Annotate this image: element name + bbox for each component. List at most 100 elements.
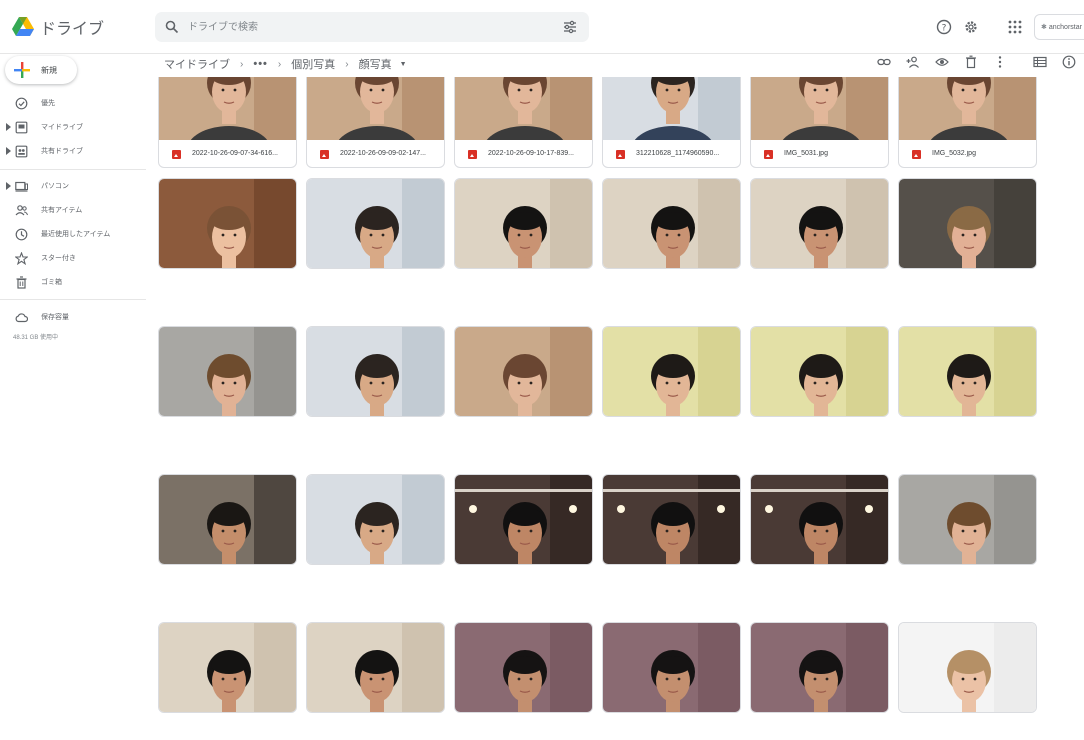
breadcrumb-overflow[interactable]: ••• [253, 58, 268, 70]
file-name-row[interactable]: 2022-10-26-09-07-34-616... [159, 140, 296, 167]
file-card[interactable]: IMG_5033.jpg [158, 178, 297, 269]
more-vert-icon[interactable] [993, 55, 1007, 69]
expand-caret-icon[interactable] [6, 147, 11, 155]
file-card[interactable] [158, 622, 297, 713]
file-card[interactable]: IMG_8207.JPG [898, 326, 1037, 417]
image-thumbnail[interactable] [307, 327, 444, 416]
image-thumbnail[interactable] [455, 327, 592, 416]
image-thumbnail[interactable] [455, 623, 592, 712]
image-thumbnail[interactable] [307, 77, 444, 140]
file-card[interactable]: IMG_5031.jpg [750, 77, 889, 168]
file-card[interactable]: IMG_5326.JPG [306, 178, 445, 269]
image-thumbnail[interactable] [751, 179, 888, 268]
search-icon[interactable] [165, 20, 179, 34]
file-card[interactable] [750, 622, 889, 713]
sidebar-item-storage[interactable]: 保存容量 [0, 308, 150, 326]
link-icon[interactable] [877, 55, 891, 69]
image-thumbnail[interactable] [751, 327, 888, 416]
image-thumbnail[interactable] [159, 623, 296, 712]
sidebar-item-shared-with-me[interactable]: 共有アイテム [0, 201, 150, 219]
image-thumbnail[interactable] [603, 327, 740, 416]
new-button[interactable]: 新規 [5, 56, 77, 84]
image-thumbnail[interactable] [159, 327, 296, 416]
image-thumbnail[interactable] [603, 623, 740, 712]
file-card[interactable]: IMG_5331.JPG [454, 178, 593, 269]
file-card[interactable]: IMG_5332.JPG [602, 178, 741, 269]
sidebar-item-starred[interactable]: スター付き [0, 249, 150, 267]
image-thumbnail[interactable] [751, 77, 888, 140]
search-input[interactable] [188, 19, 548, 35]
image-thumbnail[interactable] [899, 179, 1036, 268]
image-thumbnail[interactable] [751, 475, 888, 564]
file-card[interactable]: IMG_8190.jpg [602, 326, 741, 417]
image-thumbnail[interactable] [603, 77, 740, 140]
list-view-icon[interactable] [1033, 55, 1047, 69]
file-card[interactable]: 312210628_1174960590... [602, 77, 741, 168]
image-thumbnail[interactable] [899, 475, 1036, 564]
file-card[interactable]: IMG_5335.JPG [158, 326, 297, 417]
file-card[interactable]: IMG_5032.jpg [898, 77, 1037, 168]
add-person-icon[interactable] [906, 55, 920, 69]
preview-eye-icon[interactable] [935, 55, 949, 69]
file-name-row[interactable]: 2022-10-26-09-09-02-147... [307, 140, 444, 167]
image-thumbnail[interactable] [455, 179, 592, 268]
file-card[interactable]: PXL_20221024_1103331... [602, 474, 741, 565]
sidebar-item-my-drive[interactable]: マイドライブ [0, 118, 150, 136]
image-thumbnail[interactable] [307, 623, 444, 712]
file-name-row[interactable]: 312210628_1174960590... [603, 140, 740, 167]
file-card[interactable] [602, 622, 741, 713]
info-icon[interactable] [1062, 55, 1076, 69]
expand-caret-icon[interactable] [6, 182, 11, 190]
file-name-row[interactable]: IMG_5031.jpg [751, 140, 888, 167]
file-card[interactable]: PXL_20221024_0550415... [306, 474, 445, 565]
image-thumbnail[interactable] [307, 179, 444, 268]
sidebar-item-recent[interactable]: 最近使用したアイテム [0, 225, 150, 243]
chevron-down-icon[interactable]: ▼ [400, 61, 407, 68]
file-card[interactable]: 2022-10-26-09-07-34-616... [158, 77, 297, 168]
image-thumbnail[interactable] [159, 179, 296, 268]
file-name-row[interactable]: 2022-10-26-09-10-17-839... [455, 140, 592, 167]
expand-caret-icon[interactable] [6, 123, 11, 131]
breadcrumb-item-my-drive[interactable]: マイドライブ [164, 56, 230, 72]
image-thumbnail[interactable] [603, 179, 740, 268]
file-card[interactable]: IMG_5333.JPG [750, 178, 889, 269]
search-options-icon[interactable] [563, 20, 577, 34]
image-thumbnail[interactable] [159, 475, 296, 564]
help-icon[interactable]: ? [936, 19, 952, 35]
file-card[interactable]: 2022-10-26-09-10-17-839... [454, 77, 593, 168]
sidebar-item-trash[interactable]: ゴミ箱 [0, 273, 150, 291]
account-chip[interactable]: ✱ anchorstar [1034, 14, 1084, 40]
apps-grid-icon[interactable] [1007, 19, 1023, 35]
file-name-row[interactable]: IMG_5032.jpg [899, 140, 1036, 167]
image-thumbnail[interactable] [899, 623, 1036, 712]
file-card[interactable]: IMG_5828.JPG [454, 326, 593, 417]
file-card[interactable]: 2022-10-26-09-09-02-147... [306, 77, 445, 168]
drive-logo[interactable]: ドライブ [12, 15, 104, 39]
delete-trash-icon[interactable] [964, 55, 978, 69]
image-thumbnail[interactable] [899, 327, 1036, 416]
image-thumbnail[interactable] [455, 475, 592, 564]
image-thumbnail[interactable] [307, 475, 444, 564]
image-thumbnail[interactable] [603, 475, 740, 564]
file-card[interactable]: IMG_8206.jpg [750, 326, 889, 417]
file-card[interactable] [898, 622, 1037, 713]
image-thumbnail[interactable] [751, 623, 888, 712]
file-card[interactable]: IMG_5334.JPG [898, 178, 1037, 269]
file-card[interactable]: PXL_20221024_1103309... [454, 474, 593, 565]
file-card[interactable]: PXL_20221017_1141356... [158, 474, 297, 565]
file-card[interactable] [306, 622, 445, 713]
image-thumbnail[interactable] [159, 77, 296, 140]
file-card[interactable]: IMG_5336.JPG [306, 326, 445, 417]
file-card[interactable]: PXL_20221024_1103351... [750, 474, 889, 565]
file-card[interactable] [454, 622, 593, 713]
sidebar-item-shared-drives[interactable]: 共有ドライブ [0, 142, 150, 160]
search-bar[interactable] [155, 12, 589, 42]
image-thumbnail[interactable] [455, 77, 592, 140]
image-thumbnail[interactable] [899, 77, 1036, 140]
file-card[interactable]: PXL_20221025_0209070... [898, 474, 1037, 565]
breadcrumb-item-folder[interactable]: 個別写真 [291, 56, 335, 72]
breadcrumb-item-current[interactable]: 顔写真 [359, 56, 392, 72]
settings-gear-icon[interactable] [963, 19, 979, 35]
sidebar-item-computers[interactable]: パソコン [0, 177, 150, 195]
sidebar-item-priority[interactable]: 優先 [0, 94, 150, 112]
